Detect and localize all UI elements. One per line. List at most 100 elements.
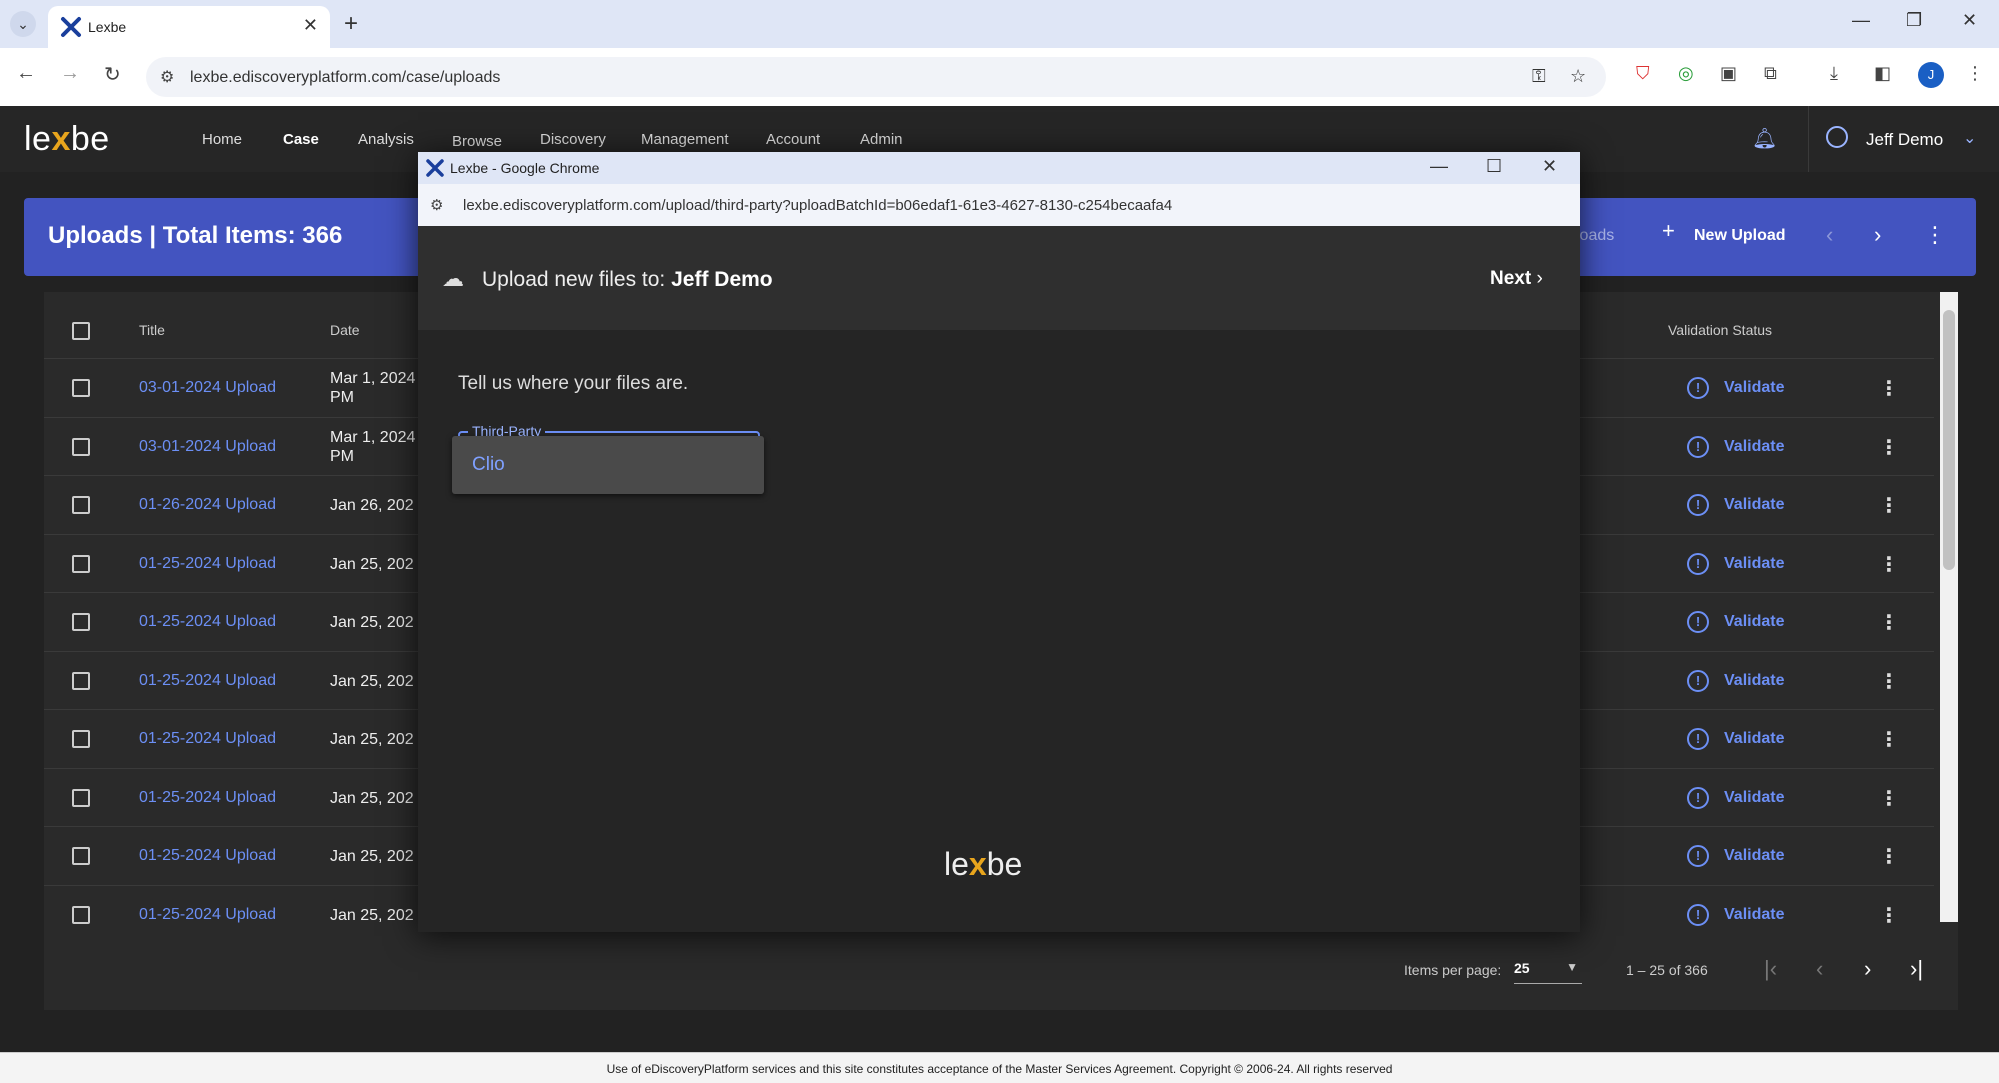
more-vert-icon[interactable]: ⋮ [1924, 222, 1946, 248]
first-page-icon[interactable]: |‹ [1764, 956, 1777, 982]
close-window-icon[interactable]: ✕ [1542, 156, 1557, 177]
extension-icon[interactable]: ▣ [1720, 63, 1737, 84]
row-checkbox[interactable] [72, 554, 90, 573]
validate-link[interactable]: Validate [1724, 438, 1784, 456]
validate-link[interactable]: Validate [1724, 847, 1784, 865]
popup-address-bar[interactable]: ⚙ lexbe.ediscoveryplatform.com/upload/th… [418, 184, 1580, 226]
maximize-icon[interactable]: ☐ [1486, 156, 1502, 177]
new-upload-button[interactable]: New Upload [1694, 227, 1786, 245]
tab-search-chevron-icon[interactable]: ⌄ [10, 11, 36, 37]
plus-icon[interactable]: + [1662, 218, 1675, 244]
col-date[interactable]: Date [330, 322, 360, 338]
upload-title-link[interactable]: 03-01-2024 Upload [139, 438, 276, 456]
chevron-left-icon[interactable]: ‹ [1826, 222, 1833, 248]
row-checkbox[interactable] [72, 613, 90, 631]
minimize-icon[interactable]: — [1852, 10, 1870, 31]
table-scrollbar[interactable] [1940, 292, 1958, 922]
nav-browse[interactable]: Browse [452, 133, 502, 150]
upload-title-link[interactable]: 01-25-2024 Upload [139, 672, 276, 690]
nav-discovery[interactable]: Discovery [540, 131, 606, 148]
minimize-icon[interactable]: — [1430, 156, 1448, 177]
downloads-icon[interactable]: ⤓ [1830, 63, 1838, 84]
row-checkbox[interactable] [72, 730, 90, 748]
dropdown-option-clio[interactable]: Clio [452, 436, 764, 494]
col-validation-status[interactable]: Validation Status [1668, 322, 1772, 338]
reload-icon[interactable]: ↻ [104, 62, 121, 87]
user-name[interactable]: Jeff Demo [1866, 130, 1943, 150]
upload-title-link[interactable]: 01-26-2024 Upload [139, 496, 276, 514]
next-button[interactable]: Next › [1490, 268, 1543, 290]
prev-page-icon[interactable]: ‹ [1816, 956, 1823, 982]
more-vert-icon[interactable]: ⋮ [1879, 727, 1899, 752]
col-title[interactable]: Title [139, 322, 165, 338]
password-key-icon[interactable]: ⚿ [1532, 66, 1546, 87]
more-vert-icon[interactable]: ⋮ [1879, 844, 1899, 869]
chevron-right-icon[interactable]: › [1874, 222, 1881, 248]
lexbe-logo[interactable]: lexbe [24, 120, 110, 159]
last-page-icon[interactable]: ›| [1910, 956, 1923, 982]
validate-link[interactable]: Validate [1724, 906, 1784, 924]
validate-link[interactable]: Validate [1724, 672, 1784, 690]
notifications-bell-icon[interactable]: 🔔︎ [1752, 126, 1777, 151]
site-settings-icon[interactable]: ⚙ [430, 196, 443, 214]
more-vert-icon[interactable]: ⋮ [1879, 786, 1899, 811]
nav-account[interactable]: Account [766, 131, 820, 148]
row-checkbox[interactable] [72, 905, 90, 924]
back-icon[interactable]: ← [16, 62, 36, 85]
extension-icon[interactable]: ⛉ [1636, 63, 1650, 84]
upload-title-link[interactable]: 01-25-2024 Upload [139, 906, 276, 924]
forward-icon[interactable]: → [60, 62, 80, 85]
more-vert-icon[interactable]: ⋮ [1879, 493, 1899, 518]
more-vert-icon[interactable]: ⋮ [1879, 610, 1899, 635]
next-page-icon[interactable]: › [1864, 956, 1871, 982]
upload-title-link[interactable]: 01-25-2024 Upload [139, 613, 276, 631]
more-vert-icon[interactable]: ⋮ [1879, 376, 1899, 401]
browser-menu-icon[interactable]: ⋮ [1966, 63, 1984, 84]
more-vert-icon[interactable]: ⋮ [1879, 435, 1899, 460]
validate-link[interactable]: Validate [1724, 379, 1784, 397]
nav-admin[interactable]: Admin [860, 131, 903, 148]
upload-title-link[interactable]: 01-25-2024 Upload [139, 730, 276, 748]
more-vert-icon[interactable]: ⋮ [1879, 903, 1899, 928]
scroll-thumb[interactable] [1943, 310, 1955, 570]
upload-title-link[interactable]: 01-25-2024 Upload [139, 789, 276, 807]
profile-avatar[interactable]: J [1918, 62, 1944, 88]
popup-url[interactable]: lexbe.ediscoveryplatform.com/upload/thir… [463, 197, 1172, 214]
upload-title-link[interactable]: 03-01-2024 Upload [139, 379, 276, 397]
nav-home[interactable]: Home [202, 131, 242, 148]
nav-case[interactable]: Case [283, 131, 319, 148]
row-checkbox[interactable] [72, 496, 90, 514]
row-checkbox[interactable] [72, 437, 90, 456]
extensions-puzzle-icon[interactable]: ⧉ [1764, 63, 1777, 84]
site-settings-icon[interactable]: ⚙ [160, 67, 174, 87]
user-avatar-icon[interactable] [1826, 126, 1848, 148]
validate-link[interactable]: Validate [1724, 496, 1784, 514]
side-panel-icon[interactable]: ◧ [1874, 63, 1891, 84]
select-all-checkbox[interactable] [72, 322, 90, 340]
more-vert-icon[interactable]: ⋮ [1879, 552, 1899, 577]
nav-analysis[interactable]: Analysis [358, 131, 414, 148]
address-url[interactable]: lexbe.ediscoveryplatform.com/case/upload… [190, 69, 500, 87]
chevron-down-icon[interactable]: ⌄ [1963, 128, 1976, 148]
validate-link[interactable]: Validate [1724, 789, 1784, 807]
row-checkbox[interactable] [72, 788, 90, 807]
upload-title-link[interactable]: 01-25-2024 Upload [139, 847, 276, 865]
browser-tab[interactable]: Lexbe ✕ [48, 6, 330, 48]
upload-title-link[interactable]: 01-25-2024 Upload [139, 555, 276, 573]
more-vert-icon[interactable]: ⋮ [1879, 669, 1899, 694]
validate-link[interactable]: Validate [1724, 613, 1784, 631]
header-button-partial[interactable]: loads [1576, 227, 1614, 245]
items-per-page-select[interactable]: 25 ▼ [1514, 960, 1582, 984]
new-tab-icon[interactable]: + [344, 10, 358, 38]
row-checkbox[interactable] [72, 379, 90, 397]
restore-icon[interactable]: ❐ [1906, 10, 1922, 31]
validate-link[interactable]: Validate [1724, 730, 1784, 748]
validate-link[interactable]: Validate [1724, 555, 1784, 573]
bookmark-star-icon[interactable]: ☆ [1570, 66, 1586, 87]
address-bar[interactable]: ⚙ lexbe.ediscoveryplatform.com/case/uplo… [146, 57, 1606, 97]
extension-icon[interactable]: ◎ [1678, 63, 1694, 84]
row-checkbox[interactable] [72, 847, 90, 865]
close-window-icon[interactable]: ✕ [1962, 10, 1977, 31]
nav-management[interactable]: Management [641, 131, 729, 148]
tab-close-icon[interactable]: ✕ [303, 15, 318, 36]
